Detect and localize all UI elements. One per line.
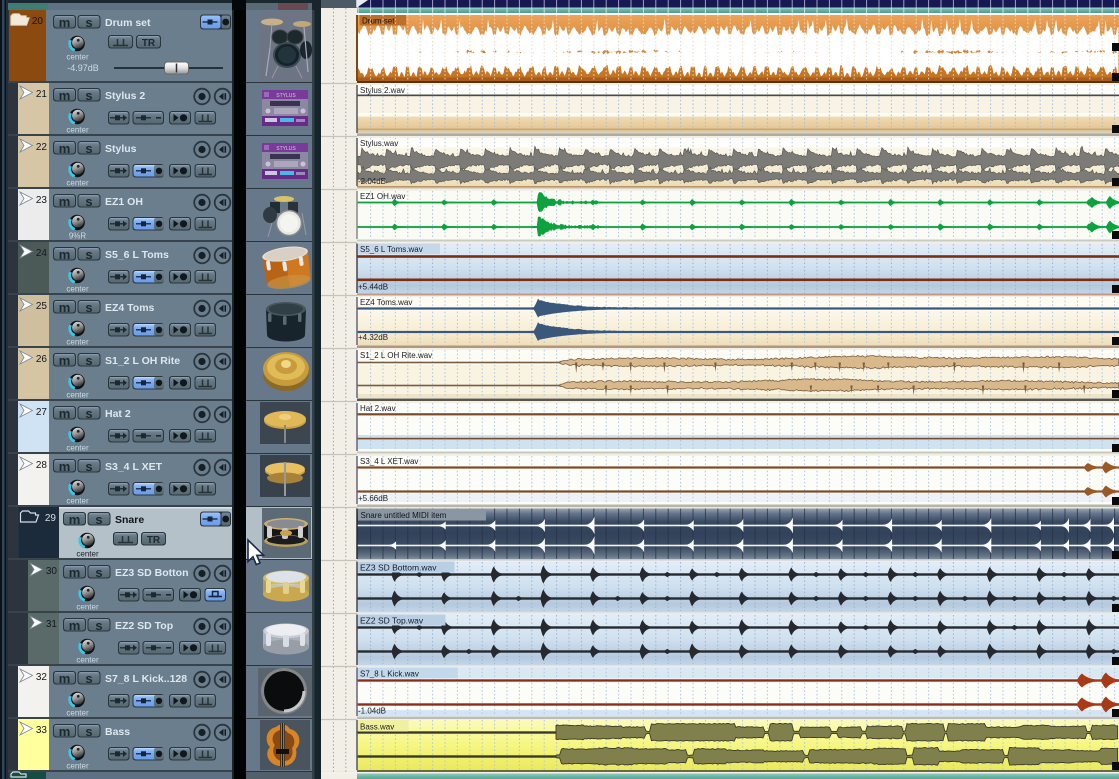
svg-text:s: s xyxy=(85,88,92,103)
svg-text:s: s xyxy=(85,247,92,262)
svg-text:+5.66dB: +5.66dB xyxy=(358,494,388,503)
svg-text:33: 33 xyxy=(36,725,48,736)
svg-text:s: s xyxy=(95,512,102,527)
svg-text:EZ3 SD Bottom.wav: EZ3 SD Bottom.wav xyxy=(360,563,437,573)
svg-text:Hat 2.wav: Hat 2.wav xyxy=(360,404,396,413)
svg-text:26: 26 xyxy=(36,354,48,365)
svg-text:S1_2 L OH Rite: S1_2 L OH Rite xyxy=(105,355,180,367)
svg-text:TR: TR xyxy=(147,535,161,546)
svg-text:EZ4 Toms: EZ4 Toms xyxy=(105,302,155,314)
svg-text:EZ2 SD Top: EZ2 SD Top xyxy=(115,620,173,632)
svg-text:s: s xyxy=(85,194,92,209)
svg-text:Stylus 2.wav: Stylus 2.wav xyxy=(360,86,405,95)
svg-text:center: center xyxy=(66,338,89,347)
svg-text:m: m xyxy=(59,247,71,262)
svg-text:-4.97dB: -4.97dB xyxy=(67,63,99,73)
svg-text:center: center xyxy=(66,391,89,400)
svg-text:TR: TR xyxy=(142,38,156,49)
svg-text:s: s xyxy=(85,141,92,156)
svg-text:center: center xyxy=(66,53,89,62)
svg-text:25: 25 xyxy=(36,301,48,312)
svg-text:Drum set: Drum set xyxy=(105,17,151,29)
svg-text:S5_6 L Toms: S5_6 L Toms xyxy=(105,249,169,261)
svg-text:28: 28 xyxy=(36,460,48,471)
svg-text:center: center xyxy=(66,497,89,506)
svg-text:s: s xyxy=(85,353,92,368)
svg-text:S1_2 L OH Rite.wav: S1_2 L OH Rite.wav xyxy=(360,351,432,360)
svg-text:EZ1 OH: EZ1 OH xyxy=(105,196,143,208)
svg-text:EZ1 OH.wav: EZ1 OH.wav xyxy=(360,192,405,201)
svg-text:S3_4 L XET.wav: S3_4 L XET.wav xyxy=(360,457,418,466)
svg-text:m: m xyxy=(69,512,81,527)
svg-text:m: m xyxy=(69,618,81,633)
svg-text:Snare untitled MIDI item: Snare untitled MIDI item xyxy=(361,511,447,520)
svg-text:s: s xyxy=(85,406,92,421)
svg-text:s: s xyxy=(85,724,92,739)
svg-text:m: m xyxy=(69,565,81,580)
svg-text:center: center xyxy=(76,603,99,612)
svg-text:S3_4 L XET: S3_4 L XET xyxy=(105,461,163,473)
svg-text:22: 22 xyxy=(36,142,48,153)
svg-text:24: 24 xyxy=(36,248,48,259)
svg-text:S7_8 L Kick..128: S7_8 L Kick..128 xyxy=(105,673,187,685)
svg-text:Hat 2: Hat 2 xyxy=(105,408,131,420)
svg-text:center: center xyxy=(66,709,89,718)
svg-text:m: m xyxy=(59,459,71,474)
svg-text:30: 30 xyxy=(46,566,58,577)
svg-text:m: m xyxy=(59,406,71,421)
svg-text:EZ4 Toms.wav: EZ4 Toms.wav xyxy=(360,298,412,307)
svg-text:31: 31 xyxy=(46,619,58,630)
svg-text:center: center xyxy=(66,285,89,294)
svg-text:+5.44dB: +5.44dB xyxy=(358,283,388,292)
svg-text:Bass: Bass xyxy=(105,726,130,738)
svg-text:center: center xyxy=(66,126,89,135)
svg-text:center: center xyxy=(76,656,99,665)
svg-text:center: center xyxy=(76,550,99,559)
svg-text:-2.04dB: -2.04dB xyxy=(358,177,386,186)
svg-text:-1.04dB: -1.04dB xyxy=(358,707,386,716)
svg-text:m: m xyxy=(59,88,71,103)
svg-text:m: m xyxy=(59,671,71,686)
svg-text:s: s xyxy=(85,300,92,315)
svg-text:center: center xyxy=(66,444,89,453)
svg-text:m: m xyxy=(59,15,71,30)
svg-text:Stylus: Stylus xyxy=(105,143,137,155)
svg-text:S7_8 L Kick.wav: S7_8 L Kick.wav xyxy=(360,670,419,679)
svg-text:EZ3 SD Botton: EZ3 SD Botton xyxy=(115,567,189,579)
svg-text:center: center xyxy=(66,179,89,188)
svg-text:Bass.wav: Bass.wav xyxy=(360,723,394,732)
svg-text:29: 29 xyxy=(45,513,57,524)
svg-text:32: 32 xyxy=(36,672,48,683)
svg-text:s: s xyxy=(85,671,92,686)
svg-text:EZ2 SD Top.wav: EZ2 SD Top.wav xyxy=(360,616,424,626)
svg-text:STYLUS: STYLUS xyxy=(276,93,296,99)
svg-text:m: m xyxy=(59,724,71,739)
svg-text:Snare: Snare xyxy=(115,514,144,526)
svg-text:9%R: 9%R xyxy=(69,232,87,241)
svg-text:+4.32dB: +4.32dB xyxy=(358,333,388,342)
svg-text:m: m xyxy=(59,353,71,368)
svg-text:Drum set: Drum set xyxy=(362,17,395,26)
svg-text:s: s xyxy=(85,459,92,474)
svg-text:s: s xyxy=(85,15,92,30)
svg-text:m: m xyxy=(59,141,71,156)
svg-text:27: 27 xyxy=(36,407,48,418)
svg-text:s: s xyxy=(95,565,102,580)
svg-text:Stylus 2: Stylus 2 xyxy=(105,90,145,102)
svg-text:21: 21 xyxy=(36,89,48,100)
svg-text:s: s xyxy=(95,618,102,633)
svg-text:center: center xyxy=(66,762,89,771)
svg-text:STYLUS: STYLUS xyxy=(276,146,296,152)
svg-text:20: 20 xyxy=(32,16,44,27)
svg-text:m: m xyxy=(59,194,71,209)
svg-text:Stylus.wav: Stylus.wav xyxy=(360,139,398,148)
svg-text:S5_6 L Toms.wav: S5_6 L Toms.wav xyxy=(360,245,423,254)
svg-text:23: 23 xyxy=(36,195,48,206)
svg-text:m: m xyxy=(59,300,71,315)
